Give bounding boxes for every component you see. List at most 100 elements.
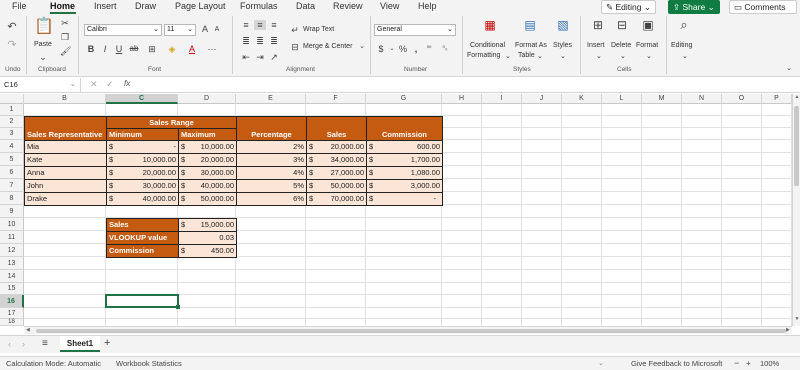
- table-row-max[interactable]: $20,000.00: [178, 153, 237, 167]
- row-header-14[interactable]: 14: [0, 270, 24, 283]
- scroll-up-icon[interactable]: ▲: [793, 94, 800, 100]
- grow-font-icon[interactable]: A: [200, 24, 210, 34]
- scroll-left-icon[interactable]: ◀: [26, 327, 30, 333]
- all-sheets-icon[interactable]: ≡: [42, 338, 48, 349]
- add-sheet-button[interactable]: +: [104, 337, 110, 349]
- font-size-dropdown[interactable]: 11 ⌄: [164, 24, 196, 36]
- table-row-sales[interactable]: $50,000.00: [306, 179, 367, 193]
- table-row-min[interactable]: $ -: [106, 140, 179, 154]
- column-header-g[interactable]: G: [366, 94, 442, 104]
- table-row-min[interactable]: $10,000.00: [106, 153, 179, 167]
- row-header-17[interactable]: 17: [0, 308, 24, 319]
- insert-button[interactable]: Insert: [587, 42, 605, 49]
- chevron-down-icon[interactable]: ⌄: [682, 52, 688, 60]
- delete-cells-icon[interactable]: ⊟: [614, 19, 630, 31]
- italic-button[interactable]: I: [100, 44, 110, 54]
- menu-page-layout[interactable]: Page Layout: [175, 0, 226, 12]
- align-top-icon[interactable]: ≡: [240, 20, 252, 30]
- lookup-commission-value[interactable]: $450.00: [178, 244, 237, 258]
- table-row-max[interactable]: $50,000.00: [178, 192, 237, 206]
- align-center-icon[interactable]: ≣: [254, 36, 266, 46]
- styles-button[interactable]: Styles: [553, 42, 572, 49]
- menu-draw[interactable]: Draw: [135, 0, 156, 12]
- strikethrough-button[interactable]: ab: [128, 44, 140, 54]
- chevron-down-icon[interactable]: ⌄: [646, 52, 652, 60]
- column-header-b[interactable]: B: [24, 94, 106, 104]
- lookup-vlookup-label[interactable]: VLOOKUP value: [106, 231, 179, 245]
- lookup-sales-label[interactable]: Sales: [106, 218, 179, 232]
- table-row-name[interactable]: John: [24, 179, 107, 193]
- table-row-min[interactable]: $40,000.00: [106, 192, 179, 206]
- enter-icon[interactable]: ✓: [106, 79, 114, 90]
- column-header-c[interactable]: C: [106, 94, 178, 104]
- fill-handle[interactable]: [176, 305, 180, 309]
- format-button[interactable]: Format: [636, 42, 658, 49]
- increase-indent-icon[interactable]: ⇥: [254, 52, 266, 62]
- menu-home[interactable]: Home: [50, 0, 75, 12]
- table-row-max[interactable]: $30,000.00: [178, 166, 237, 180]
- format-as-table-label-2[interactable]: Table: [518, 52, 535, 59]
- lookup-vlookup-value[interactable]: 0.03: [178, 231, 237, 245]
- search-icon[interactable]: ⌕: [675, 18, 693, 31]
- column-header-m[interactable]: M: [642, 94, 682, 104]
- column-header-k[interactable]: K: [562, 94, 602, 104]
- scroll-right-icon[interactable]: ▶: [786, 327, 790, 333]
- column-header-p[interactable]: P: [762, 94, 792, 104]
- lookup-sales-value[interactable]: $15,000.00: [178, 218, 237, 232]
- bold-button[interactable]: B: [86, 44, 96, 54]
- row-header-5[interactable]: 5: [0, 153, 24, 166]
- chevron-down-icon[interactable]: ⌄: [598, 359, 604, 367]
- column-header-d[interactable]: D: [178, 94, 236, 104]
- row-header-2[interactable]: 2: [0, 116, 24, 128]
- table-row-sales[interactable]: $34,000.00: [306, 153, 367, 167]
- format-as-table-icon[interactable]: ▤: [520, 19, 540, 31]
- row-header-13[interactable]: 13: [0, 257, 24, 270]
- row-header-15[interactable]: 15: [0, 283, 24, 295]
- wrap-text-icon[interactable]: ↵: [290, 25, 300, 35]
- horizontal-scrollbar[interactable]: ◀ ▶: [24, 326, 792, 334]
- row-header-4[interactable]: 4: [0, 140, 24, 153]
- chevron-down-icon[interactable]: ⌄: [505, 52, 511, 60]
- zoom-out-button[interactable]: −: [734, 358, 739, 368]
- prev-sheet-icon[interactable]: ‹: [8, 339, 11, 349]
- cancel-icon[interactable]: ✕: [90, 79, 98, 90]
- comments-button[interactable]: ▭ Comments: [729, 0, 797, 14]
- table-row-pct[interactable]: 3%: [236, 153, 307, 167]
- wrap-text-button[interactable]: Wrap Text: [303, 26, 334, 33]
- chevron-down-icon[interactable]: ⌄: [560, 52, 566, 60]
- next-sheet-icon[interactable]: ›: [22, 339, 25, 349]
- menu-view[interactable]: View: [380, 0, 399, 12]
- column-header-n[interactable]: N: [682, 94, 722, 104]
- cell-styles-icon[interactable]: ▧: [555, 19, 571, 31]
- formula-input[interactable]: [140, 79, 790, 91]
- copy-icon[interactable]: ❐: [60, 32, 70, 42]
- underline-button[interactable]: U: [114, 44, 124, 54]
- table-row-pct[interactable]: 4%: [236, 166, 307, 180]
- column-header-j[interactable]: J: [522, 94, 562, 104]
- editing-mode-button[interactable]: ✎ Editing ⌄: [601, 0, 656, 14]
- table-row-commission[interactable]: $1,700.00: [366, 153, 443, 167]
- chevron-down-icon[interactable]: ⌄: [784, 64, 794, 74]
- column-header-i[interactable]: I: [482, 94, 522, 104]
- borders-icon[interactable]: ⊞: [145, 44, 159, 54]
- number-format-dropdown[interactable]: General ⌄: [374, 24, 456, 36]
- table-row-pct[interactable]: 6%: [236, 192, 307, 206]
- row-header-3[interactable]: 3: [0, 128, 24, 140]
- row-header-12[interactable]: 12: [0, 244, 24, 257]
- table-row-pct[interactable]: 2%: [236, 140, 307, 154]
- table-row-commission[interactable]: $600.00: [366, 140, 443, 154]
- name-box[interactable]: C16: [2, 79, 72, 91]
- row-header-6[interactable]: 6: [0, 166, 24, 179]
- column-header-h[interactable]: H: [442, 94, 482, 104]
- share-button[interactable]: ⇪ Share ⌄: [668, 0, 720, 14]
- menu-file[interactable]: File: [12, 0, 27, 12]
- cut-icon[interactable]: ✂: [60, 18, 70, 28]
- font-color-icon[interactable]: A: [185, 44, 199, 54]
- more-options-icon[interactable]: ⋯: [205, 44, 219, 54]
- paste-label[interactable]: Paste: [34, 41, 52, 48]
- format-as-table-label-1[interactable]: Format As: [515, 42, 547, 49]
- zoom-in-button[interactable]: +: [746, 359, 751, 368]
- table-row-max[interactable]: $10,000.00: [178, 140, 237, 154]
- chevron-down-icon[interactable]: ⌄: [620, 52, 626, 60]
- table-row-name[interactable]: Anna: [24, 166, 107, 180]
